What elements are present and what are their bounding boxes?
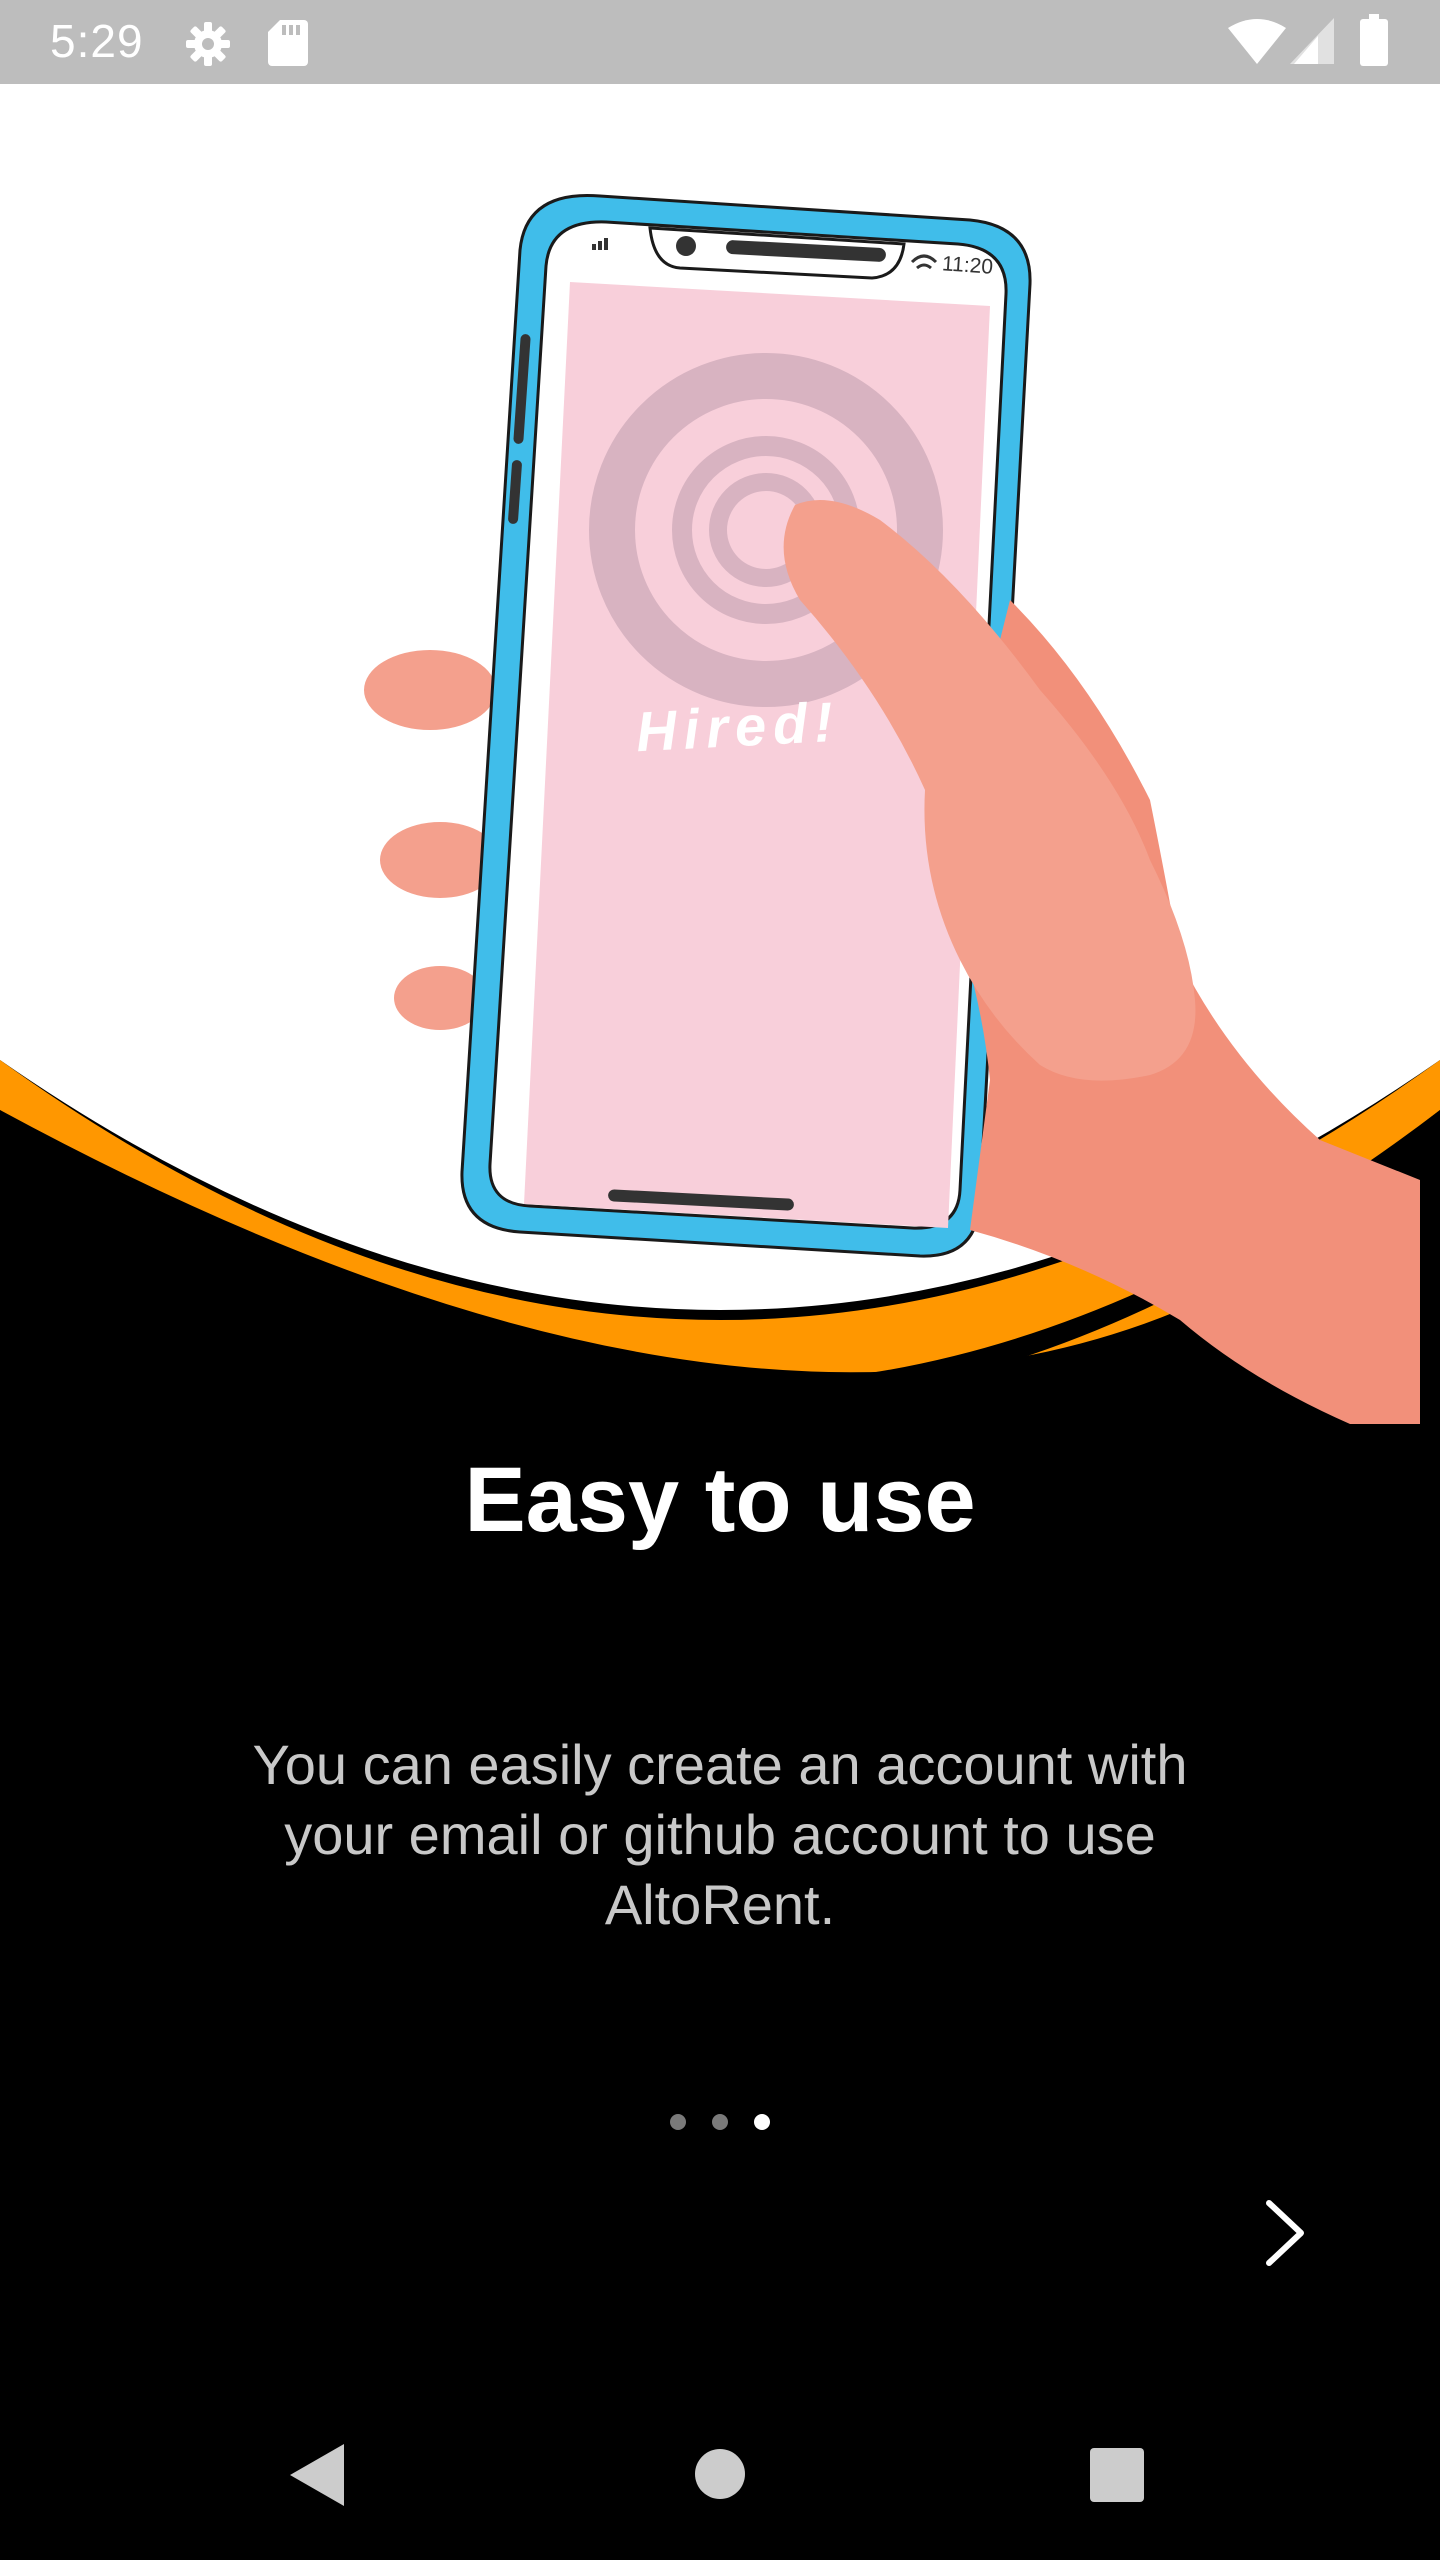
- next-button[interactable]: [1240, 2190, 1330, 2280]
- onboarding-title: Easy to use: [464, 1449, 976, 1551]
- settings-icon: [184, 20, 232, 73]
- page-dot[interactable]: [670, 2114, 686, 2130]
- page-dot-active[interactable]: [754, 2114, 770, 2130]
- status-bar: 5:29: [0, 0, 1440, 84]
- phone-screen-time: 11:20: [941, 252, 994, 279]
- cell-signal-icon: [1290, 18, 1334, 69]
- navigation-bar: [0, 2400, 1440, 2560]
- sd-card-icon: [268, 20, 308, 71]
- wifi-icon: [1228, 18, 1286, 69]
- status-time: 5:29: [50, 15, 144, 67]
- battery-icon: [1360, 14, 1388, 71]
- back-icon[interactable]: [286, 2440, 346, 2515]
- recents-icon[interactable]: [1090, 2448, 1144, 2507]
- chevron-right-icon: [1263, 2199, 1307, 2272]
- onboarding-illustration: 11:20 Hired!: [0, 84, 1440, 1424]
- page-indicator: [0, 2110, 1440, 2134]
- page-dot[interactable]: [712, 2114, 728, 2130]
- onboarding-description: You can easily create an account with yo…: [252, 1733, 1188, 1936]
- phone-screen-label: Hired!: [634, 689, 842, 764]
- home-icon[interactable]: [694, 2448, 746, 2505]
